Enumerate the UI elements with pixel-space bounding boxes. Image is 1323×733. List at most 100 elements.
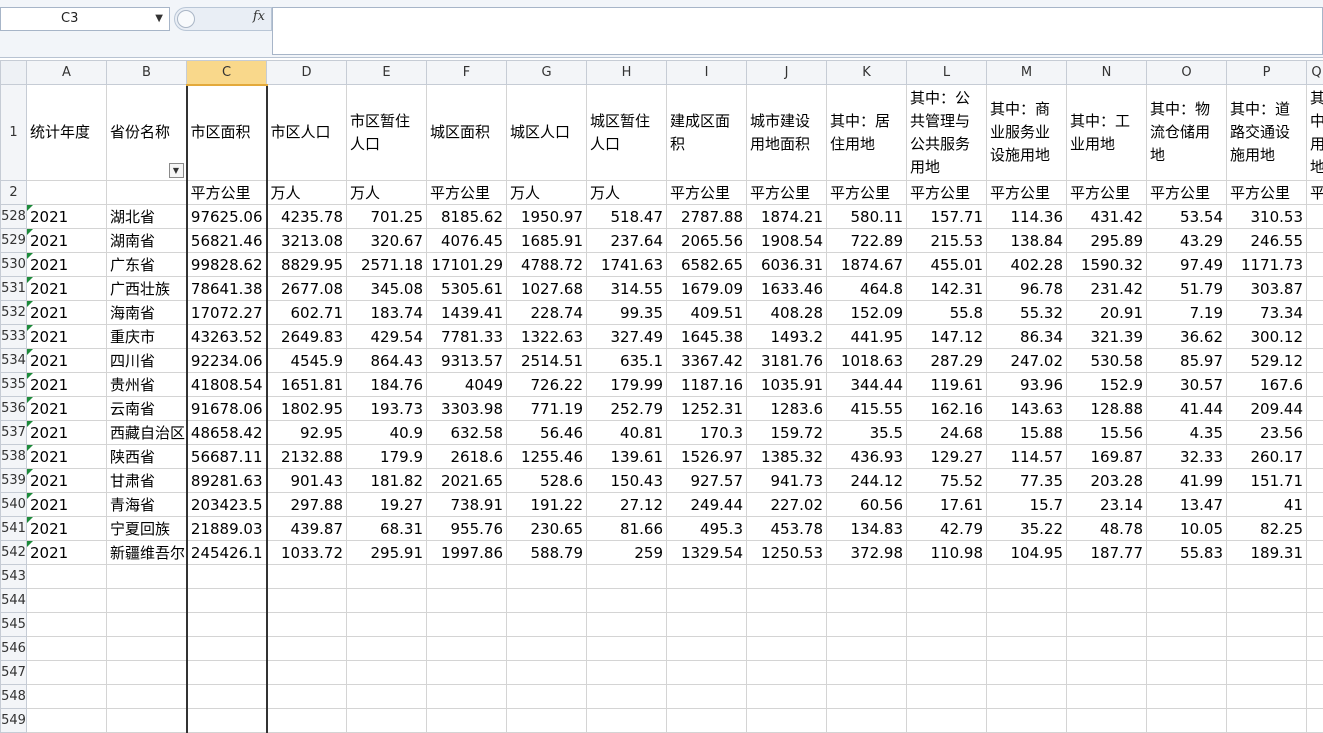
empty-cell[interactable] — [347, 709, 427, 733]
empty-cell[interactable] — [27, 589, 107, 613]
data-cell[interactable] — [1307, 421, 1323, 445]
data-cell[interactable]: 43.29 — [1147, 229, 1227, 253]
unit-cell[interactable]: 万人 — [507, 181, 587, 205]
empty-cell[interactable] — [1307, 613, 1323, 637]
data-cell[interactable]: 1741.63 — [587, 253, 667, 277]
data-cell[interactable]: 1679.09 — [667, 277, 747, 301]
empty-cell[interactable] — [267, 709, 347, 733]
column-header-e[interactable]: E — [347, 61, 427, 85]
empty-cell[interactable] — [187, 709, 267, 733]
data-cell[interactable]: 1322.63 — [507, 325, 587, 349]
data-cell[interactable]: 215.53 — [907, 229, 987, 253]
data-cell[interactable] — [1307, 445, 1323, 469]
row-header[interactable]: 540 — [1, 493, 27, 517]
header-cell[interactable]: 其中：居住用地 — [827, 85, 907, 181]
data-cell[interactable]: 广西壮族 — [107, 277, 187, 301]
empty-cell[interactable] — [1067, 685, 1147, 709]
empty-cell[interactable] — [747, 685, 827, 709]
header-cell[interactable]: 其中：商业服务业设施用地 — [987, 85, 1067, 181]
empty-cell[interactable] — [1147, 709, 1227, 733]
data-cell[interactable]: 4.35 — [1147, 421, 1227, 445]
data-cell[interactable]: 588.79 — [507, 541, 587, 565]
header-cell[interactable]: 省份名称▼ — [107, 85, 187, 181]
empty-cell[interactable] — [907, 685, 987, 709]
row-header[interactable]: 547 — [1, 661, 27, 685]
empty-cell[interactable] — [507, 589, 587, 613]
data-cell[interactable]: 湖南省 — [107, 229, 187, 253]
data-cell[interactable]: 203.28 — [1067, 469, 1147, 493]
empty-cell[interactable] — [267, 613, 347, 637]
data-cell[interactable]: 231.42 — [1067, 277, 1147, 301]
empty-cell[interactable] — [107, 661, 187, 685]
data-cell[interactable]: 1651.81 — [267, 373, 347, 397]
row-header[interactable]: 541 — [1, 517, 27, 541]
data-cell[interactable]: 西藏自治区 — [107, 421, 187, 445]
data-cell[interactable]: 2021 — [27, 421, 107, 445]
empty-cell[interactable] — [507, 685, 587, 709]
data-cell[interactable]: 68.31 — [347, 517, 427, 541]
unit-cell[interactable]: 万人 — [587, 181, 667, 205]
column-header-l[interactable]: L — [907, 61, 987, 85]
function-icon[interactable]: fx — [253, 9, 265, 24]
data-cell[interactable]: 1187.16 — [667, 373, 747, 397]
data-cell[interactable]: 189.31 — [1227, 541, 1307, 565]
empty-cell[interactable] — [107, 565, 187, 589]
data-cell[interactable]: 1493.2 — [747, 325, 827, 349]
empty-cell[interactable] — [827, 637, 907, 661]
data-cell[interactable]: 19.27 — [347, 493, 427, 517]
empty-cell[interactable] — [747, 709, 827, 733]
empty-cell[interactable] — [1147, 661, 1227, 685]
data-cell[interactable]: 632.58 — [427, 421, 507, 445]
data-cell[interactable]: 甘肃省 — [107, 469, 187, 493]
column-header-g[interactable]: G — [507, 61, 587, 85]
empty-cell[interactable] — [667, 613, 747, 637]
row-header[interactable]: 528 — [1, 205, 27, 229]
row-header[interactable]: 529 — [1, 229, 27, 253]
empty-cell[interactable] — [827, 589, 907, 613]
data-cell[interactable]: 2021 — [27, 397, 107, 421]
data-cell[interactable]: 1590.32 — [1067, 253, 1147, 277]
column-header-o[interactable]: O — [1147, 61, 1227, 85]
data-cell[interactable]: 2021 — [27, 469, 107, 493]
column-header-q[interactable]: Q — [1307, 61, 1323, 85]
data-cell[interactable]: 1171.73 — [1227, 253, 1307, 277]
data-cell[interactable] — [1307, 469, 1323, 493]
data-cell[interactable]: 新疆维吾尔 — [107, 541, 187, 565]
row-header[interactable]: 548 — [1, 685, 27, 709]
empty-cell[interactable] — [667, 661, 747, 685]
data-cell[interactable]: 7.19 — [1147, 301, 1227, 325]
data-cell[interactable]: 4545.9 — [267, 349, 347, 373]
empty-cell[interactable] — [747, 565, 827, 589]
data-cell[interactable]: 21889.03 — [187, 517, 267, 541]
data-cell[interactable] — [1307, 493, 1323, 517]
data-cell[interactable]: 75.52 — [907, 469, 987, 493]
data-cell[interactable]: 7781.33 — [427, 325, 507, 349]
data-cell[interactable]: 927.57 — [667, 469, 747, 493]
data-cell[interactable]: 415.55 — [827, 397, 907, 421]
data-cell[interactable]: 722.89 — [827, 229, 907, 253]
row-header[interactable]: 535 — [1, 373, 27, 397]
data-cell[interactable]: 89281.63 — [187, 469, 267, 493]
empty-cell[interactable] — [1307, 589, 1323, 613]
empty-cell[interactable] — [827, 661, 907, 685]
empty-cell[interactable] — [427, 661, 507, 685]
column-header-j[interactable]: J — [747, 61, 827, 85]
unit-cell[interactable]: 万人 — [267, 181, 347, 205]
empty-cell[interactable] — [27, 637, 107, 661]
empty-cell[interactable] — [1147, 589, 1227, 613]
empty-cell[interactable] — [107, 685, 187, 709]
row-header[interactable]: 530 — [1, 253, 27, 277]
data-cell[interactable]: 1385.32 — [747, 445, 827, 469]
data-cell[interactable]: 321.39 — [1067, 325, 1147, 349]
data-cell[interactable]: 40.9 — [347, 421, 427, 445]
data-cell[interactable]: 1250.53 — [747, 541, 827, 565]
empty-cell[interactable] — [27, 613, 107, 637]
data-cell[interactable]: 529.12 — [1227, 349, 1307, 373]
empty-cell[interactable] — [747, 661, 827, 685]
empty-cell[interactable] — [267, 637, 347, 661]
data-cell[interactable]: 2021 — [27, 277, 107, 301]
data-cell[interactable]: 129.27 — [907, 445, 987, 469]
column-header-d[interactable]: D — [267, 61, 347, 85]
data-cell[interactable] — [1307, 205, 1323, 229]
empty-cell[interactable] — [907, 661, 987, 685]
